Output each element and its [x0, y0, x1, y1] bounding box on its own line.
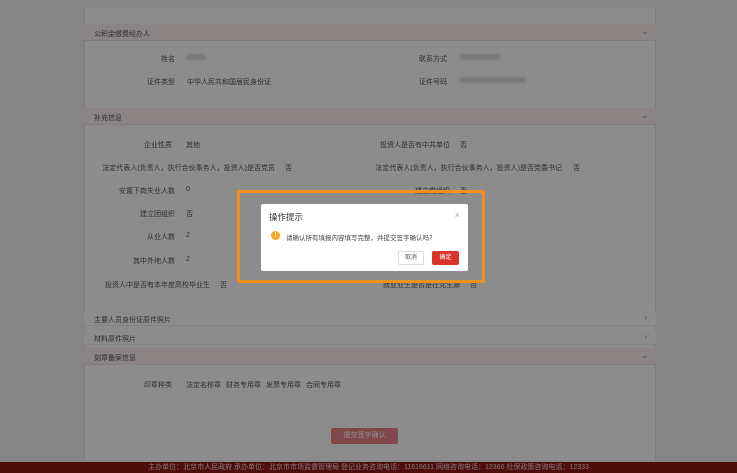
warning-icon: ! [271, 231, 280, 240]
cancel-button[interactable]: 取消 [398, 251, 424, 265]
dialog-message: 请确认所有填报内容填写完整，并提交签字确认吗？ [286, 235, 436, 242]
confirm-dialog: 操作提示 × ! 请确认所有填报内容填写完整，并提交签字确认吗？ 取消 确定 [261, 204, 468, 271]
confirm-button[interactable]: 确定 [432, 251, 459, 265]
close-icon[interactable]: × [455, 210, 460, 220]
dialog-title: 操作提示 [269, 212, 304, 222]
